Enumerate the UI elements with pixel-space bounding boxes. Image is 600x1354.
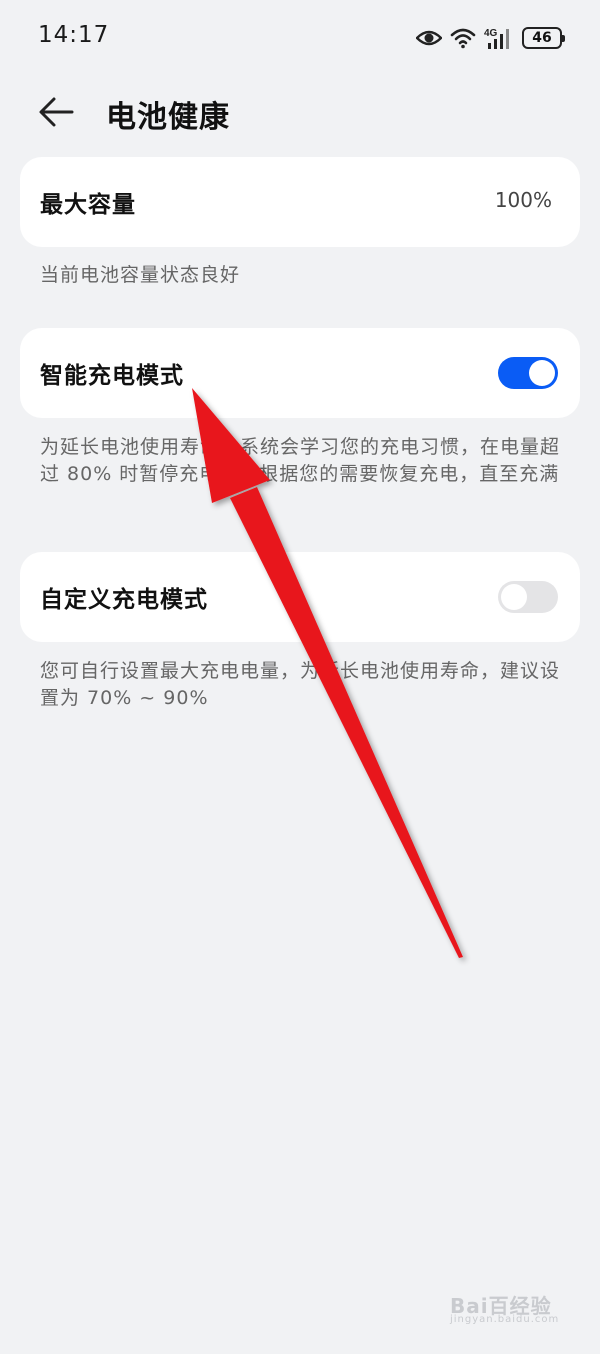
smart-charging-card: 智能充电模式 [20, 328, 580, 418]
max-capacity-description: 当前电池容量状态良好 [40, 264, 241, 286]
page-header: 电池健康 [0, 82, 600, 142]
status-time: 14:17 [38, 22, 110, 48]
custom-charging-description: 您可自行设置最大充电电量，为延长电池使用寿命，建议设置为 70% ~ 90% [40, 660, 561, 709]
battery-icon: 46 [522, 27, 565, 49]
max-capacity-value: 100% [494, 188, 552, 212]
custom-charging-card: 自定义充电模式 [20, 552, 580, 642]
toggle-knob [529, 360, 555, 386]
battery-level: 46 [532, 30, 552, 46]
network-type-label: 4G [484, 28, 498, 39]
signal-icon: 4G [484, 28, 509, 49]
smart-charging-toggle[interactable] [498, 357, 558, 389]
wifi-icon [450, 28, 476, 49]
watermark-logo: Bai百经验 jingyan.baidu.com [450, 1288, 570, 1328]
toggle-knob [501, 584, 527, 610]
custom-charging-label: 自定义充电模式 [40, 587, 208, 613]
smart-charging-label: 智能充电模式 [40, 363, 184, 389]
max-capacity-label: 最大容量 [40, 192, 136, 218]
custom-charging-toggle[interactable] [498, 581, 558, 613]
status-bar: 14:17 4G 46 [0, 0, 600, 76]
smart-charging-description: 为延长电池使用寿命，系统会学习您的充电习惯，在电量超过 80% 时暂停充电，并根… [40, 436, 561, 485]
back-arrow-icon [39, 97, 74, 127]
watermark-sub: jingyan.baidu.com [450, 1314, 560, 1325]
max-capacity-card: 最大容量 100% [20, 157, 580, 247]
page-title: 电池健康 [106, 100, 230, 135]
back-button[interactable] [36, 94, 76, 130]
status-icons: 4G 46 [416, 24, 565, 52]
eye-icon [416, 30, 442, 46]
